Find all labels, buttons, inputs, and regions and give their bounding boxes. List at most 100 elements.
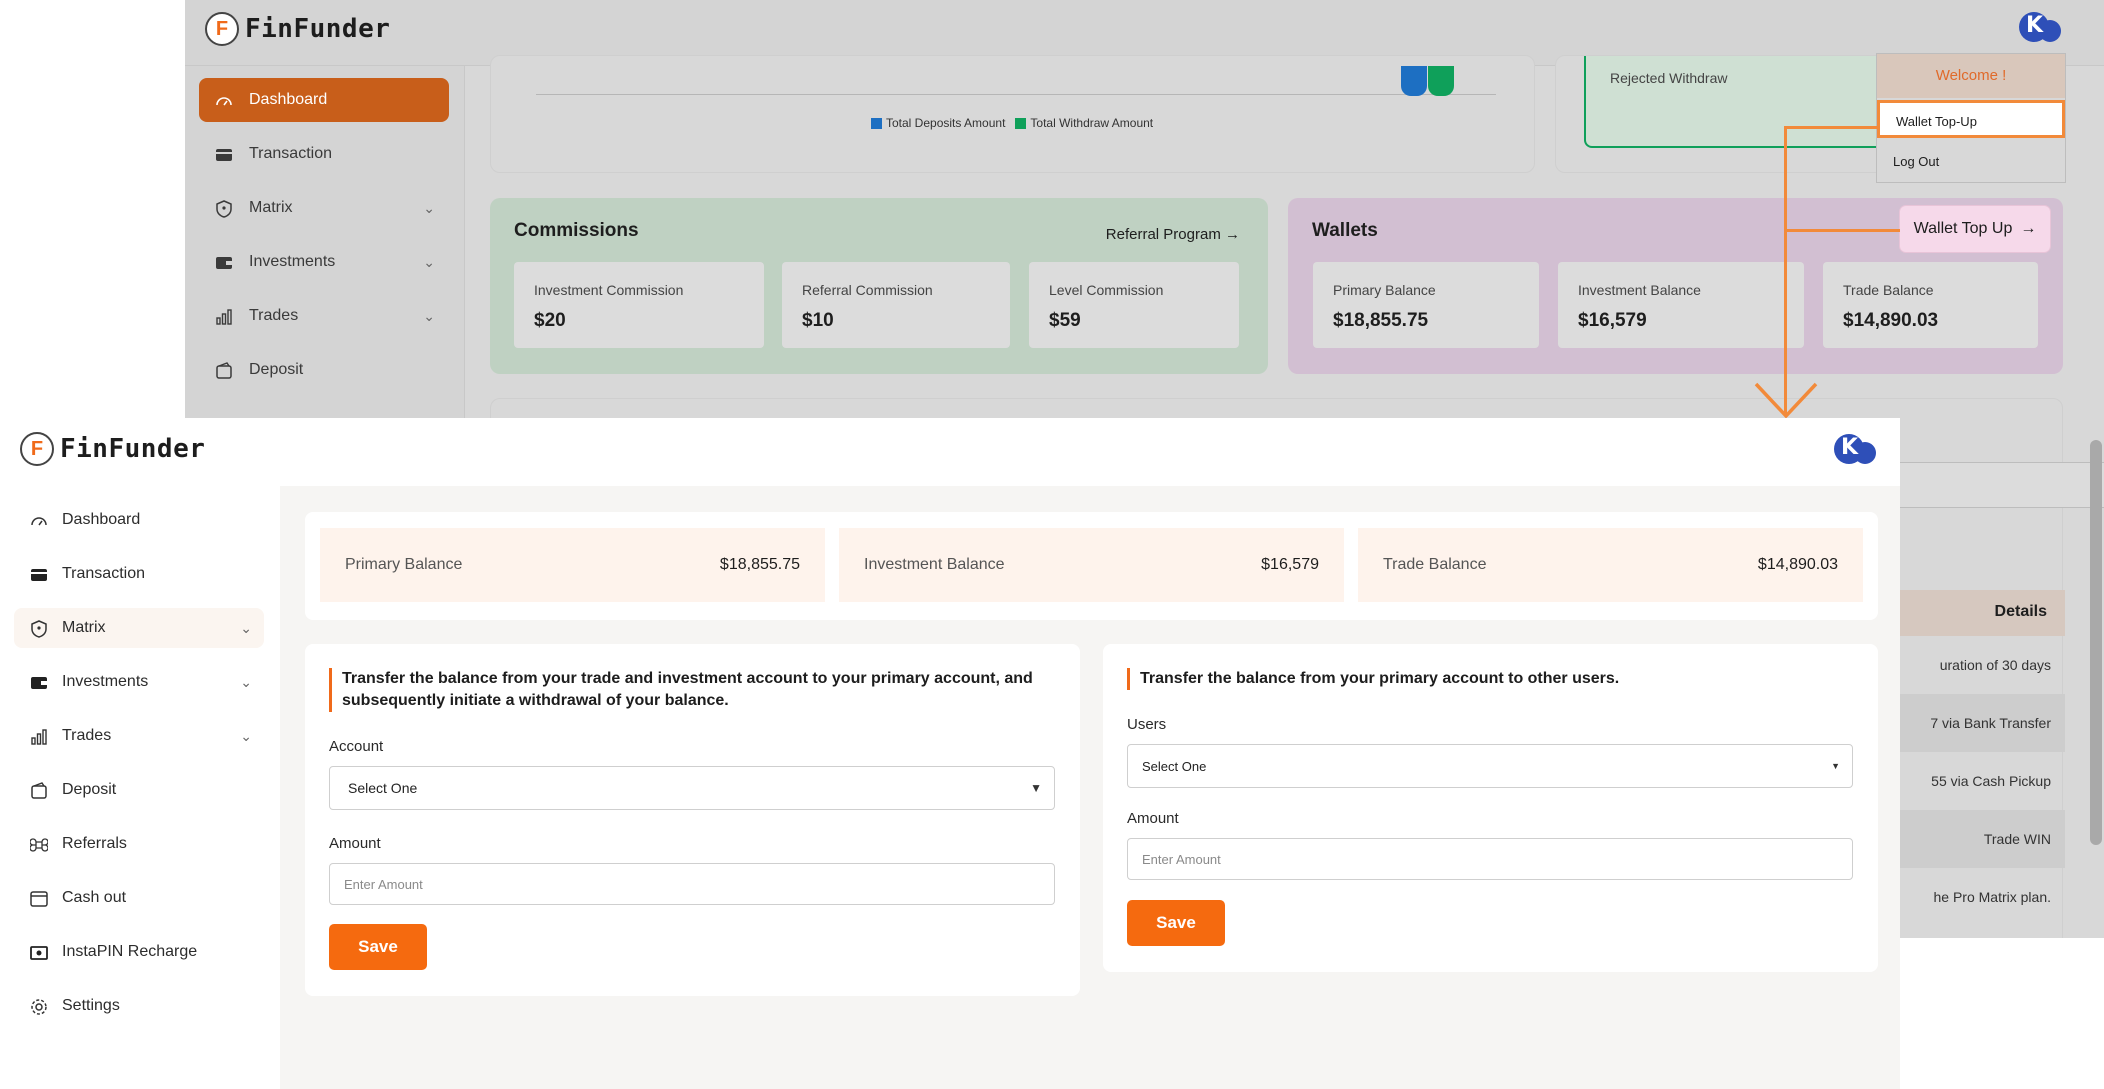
- deposit-icon: [215, 362, 233, 379]
- annotation-line: [1784, 126, 1880, 129]
- balance-label: Primary Balance: [345, 556, 463, 573]
- bar-chart-icon: [215, 308, 233, 325]
- bg-sidebar-label: Deposit: [249, 361, 304, 378]
- card-icon: [215, 146, 233, 162]
- balance-label: Trade Balance: [1383, 556, 1487, 573]
- rejected-withdraw-label: Rejected Withdraw: [1610, 70, 1728, 86]
- wallet-stat: Trade Balance $14,890.03: [1823, 262, 2038, 348]
- dropdown-welcome: Welcome !: [1877, 54, 2065, 98]
- sidebar-item-label: Cash out: [62, 889, 127, 906]
- account-select[interactable]: Select One ▼: [329, 766, 1055, 810]
- logo-text: FinFunder: [245, 14, 391, 44]
- amount-label: Amount: [1127, 810, 1179, 827]
- amount-input[interactable]: [329, 863, 1055, 905]
- annotation-arrowhead-icon: [1754, 382, 1818, 419]
- sidebar-item-label: Transaction: [62, 565, 145, 582]
- wallet-icon: [30, 674, 48, 690]
- dropdown-item-logout[interactable]: Log Out: [1877, 143, 2065, 181]
- user-avatar[interactable]: K: [1834, 432, 1876, 466]
- gauge-icon: [215, 92, 233, 108]
- legend-deposits[interactable]: Total Deposits Amount: [871, 116, 1005, 130]
- bg-sidebar-label: Investments: [249, 253, 336, 270]
- balance-value: $18,855.75: [719, 556, 800, 573]
- sidebar-item-label: Trades: [62, 727, 112, 744]
- sidebar-item-label: Settings: [62, 997, 120, 1014]
- logo-mark-icon: F: [20, 432, 54, 466]
- arrow-right-icon: →: [2020, 220, 2037, 237]
- commissions-card: Commissions Referral Program → Investmen…: [490, 198, 1268, 374]
- form-title: Transfer the balance from your trade and…: [329, 668, 1049, 712]
- sidebar-item-instapin-recharge[interactable]: InstaPIN Recharge: [14, 932, 264, 972]
- bg-sidebar-item-trades[interactable]: Trades ⌄: [199, 294, 449, 338]
- annotation-line: [1784, 229, 1900, 232]
- sidebar-item-settings[interactable]: Settings: [14, 986, 264, 1026]
- chevron-down-icon: ⌄: [423, 199, 435, 216]
- gauge-icon: [30, 512, 48, 528]
- amount-label: Amount: [329, 835, 381, 852]
- form-title: Transfer the balance from your primary a…: [1127, 668, 1847, 690]
- bg-sidebar-item-transaction[interactable]: Transaction: [199, 132, 449, 176]
- shield-icon: [215, 200, 233, 218]
- legend-withdraw[interactable]: Total Withdraw Amount: [1015, 116, 1153, 130]
- logo-mark-icon: F: [205, 12, 239, 46]
- save-button[interactable]: Save: [329, 924, 427, 970]
- save-button[interactable]: Save: [1127, 900, 1225, 946]
- sidebar-item-investments[interactable]: Investments ⌄: [14, 662, 264, 702]
- balance-value: $14,890.03: [1757, 556, 1838, 573]
- transfer-to-primary-form: Transfer the balance from your trade and…: [305, 644, 1080, 996]
- annotation-line: [1784, 126, 1787, 416]
- bg-sidebar-item-dashboard[interactable]: Dashboard: [199, 78, 449, 122]
- chevron-down-icon: ⌄: [423, 307, 435, 324]
- users-select[interactable]: Select One ▼: [1127, 744, 1853, 788]
- chevron-down-icon: ⌄: [240, 727, 252, 744]
- sidebar-item-dashboard[interactable]: Dashboard: [14, 500, 264, 540]
- foreground-page: F FinFunder K Dashboard Transaction Matr…: [0, 418, 1900, 1089]
- chart-legend: Total Deposits Amount Total Withdraw Amo…: [871, 116, 1153, 130]
- sidebar-item-cash-out[interactable]: Cash out: [14, 878, 264, 918]
- bg-sidebar-item-matrix[interactable]: Matrix ⌄: [199, 186, 449, 230]
- commission-stat: Referral Commission $10: [782, 262, 1010, 348]
- rejected-withdraw-box: Rejected Withdraw: [1584, 56, 1904, 148]
- wallet-stat: Primary Balance $18,855.75: [1313, 262, 1539, 348]
- sidebar-item-trades[interactable]: Trades ⌄: [14, 716, 264, 756]
- user-dropdown-menu: Welcome ! Wallet Top-Up Log Out: [1876, 53, 2066, 183]
- balance-label: Investment Balance: [864, 556, 1005, 573]
- pin-card-icon: [30, 944, 48, 960]
- dropdown-item-wallet-topup[interactable]: Wallet Top-Up: [1877, 100, 2065, 138]
- bar-chart-icon: [30, 728, 48, 745]
- bg-chart-card: Total Deposits Amount Total Withdraw Amo…: [490, 55, 1535, 173]
- amount-input[interactable]: [1127, 838, 1853, 880]
- sidebar-item-label: Matrix: [62, 619, 106, 636]
- sidebar-item-deposit[interactable]: Deposit: [14, 770, 264, 810]
- sidebar-item-referrals[interactable]: Referrals: [14, 824, 264, 864]
- logo[interactable]: F FinFunder: [20, 432, 205, 466]
- sidebar-item-label: Dashboard: [62, 511, 141, 528]
- wallet-stat: Investment Balance $16,579: [1558, 262, 1804, 348]
- sidebar-item-label: Investments: [62, 673, 149, 690]
- sidebar-item-label: InstaPIN Recharge: [62, 943, 198, 960]
- sidebar-item-label: Referrals: [62, 835, 127, 852]
- referral-program-link[interactable]: Referral Program →: [1106, 226, 1240, 243]
- users-label: Users: [1127, 716, 1167, 733]
- scrollbar[interactable]: [2090, 440, 2102, 845]
- logo-text: FinFunder: [60, 434, 206, 464]
- investment-balance: Investment Balance $16,579: [839, 528, 1344, 602]
- bg-logo[interactable]: F FinFunder: [205, 12, 390, 46]
- sidebar-item-transaction[interactable]: Transaction: [14, 554, 264, 594]
- shield-icon: [30, 620, 48, 638]
- bg-sidebar-item-investments[interactable]: Investments ⌄: [199, 240, 449, 284]
- bg-sidebar-item-deposit[interactable]: Deposit: [199, 348, 449, 392]
- sidebar-item-matrix[interactable]: Matrix ⌄: [14, 608, 264, 648]
- chart-axis: [536, 94, 1496, 95]
- chart-bar-withdraw: [1428, 66, 1454, 96]
- balance-value: $16,579: [1261, 556, 1319, 573]
- deposit-icon: [30, 782, 48, 799]
- balances-card: Primary Balance $18,855.75 Investment Ba…: [305, 512, 1878, 620]
- trade-balance: Trade Balance $14,890.03: [1358, 528, 1863, 602]
- header: F FinFunder K: [0, 418, 1900, 486]
- wallets-title: Wallets: [1312, 220, 1378, 241]
- arrow-right-icon: →: [1225, 226, 1240, 243]
- transfer-to-users-form: Transfer the balance from your primary a…: [1103, 644, 1878, 972]
- wallet-topup-button[interactable]: Wallet Top Up →: [1900, 206, 2050, 252]
- bg-avatar[interactable]: K: [2019, 10, 2061, 44]
